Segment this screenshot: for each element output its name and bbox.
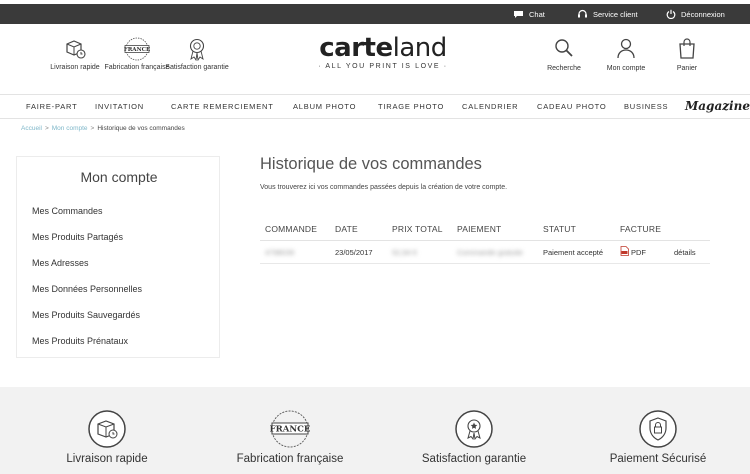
breadcrumb: Accueil > Mon compte > Historique de vos com…: [21, 125, 185, 132]
box-clock-icon: [40, 37, 110, 61]
invoice-pdf-label: PDF: [631, 248, 646, 257]
svg-text:FRANCE: FRANCE: [270, 425, 311, 435]
account-button[interactable]: Mon compte: [596, 37, 656, 72]
feature-fast-delivery[interactable]: Livraison rapide: [40, 37, 110, 72]
site-logo[interactable]: carteland · ALL YOU PRINT IS LOVE ·: [312, 34, 454, 70]
sidebar-item-donnees-personnelles[interactable]: Mes Données Personnelles: [32, 284, 142, 294]
sidebar-item-produits-partages[interactable]: Mes Produits Partagés: [32, 232, 123, 242]
order-details-link[interactable]: détails: [674, 241, 696, 264]
logout-label: Déconnexion: [681, 9, 725, 19]
chat-link[interactable]: Chat: [513, 4, 545, 24]
invoice-pdf-link[interactable]: PDF: [620, 241, 646, 264]
account-label: Mon compte: [606, 65, 646, 72]
order-total: 52,94 €: [392, 248, 418, 257]
nav-item-tirage-photo[interactable]: TIRAGE PHOTO: [378, 95, 444, 118]
nav-item-calendrier[interactable]: CALENDRIER: [462, 95, 518, 118]
top-bar: Chat Service client Déconnexion: [0, 4, 750, 24]
footer-feature-label: Fabrication française: [236, 453, 344, 465]
column-header-commande: COMMANDE: [265, 224, 318, 234]
chat-label: Chat: [529, 9, 545, 19]
table-row: 4798039 23/05/2017 52,94 € Commande grat…: [260, 241, 710, 264]
search-label: Recherche: [547, 65, 581, 72]
headset-icon: [577, 9, 588, 19]
nav-item-invitation[interactable]: INVITATION: [95, 95, 144, 118]
chat-bubble-icon: [513, 10, 524, 19]
footer-feature-label: Paiement Sécurisé: [609, 453, 707, 465]
cart-label: Panier: [676, 65, 698, 72]
sidebar-item-adresses[interactable]: Mes Adresses: [32, 258, 89, 268]
footer-feature-satisfaction[interactable]: Satisfaction garantie: [399, 409, 549, 465]
pdf-file-icon: [620, 242, 629, 265]
nav-item-cadeau-photo[interactable]: CADEAU PHOTO: [537, 95, 606, 118]
footer-feature-label: Satisfaction garantie: [421, 453, 527, 465]
footer-feature-made-in-france[interactable]: FRANCE Fabrication française: [215, 409, 365, 465]
secure-payment-shield-icon: [583, 409, 733, 449]
main-nav: FAIRE-PART INVITATION CARTE REMERCIEMENT…: [0, 94, 750, 119]
column-header-date: DATE: [335, 224, 358, 234]
column-header-prix-total: PRIX TOTAL: [392, 224, 443, 234]
footer-feature-secure-payment[interactable]: Paiement Sécurisé: [583, 409, 733, 465]
nav-item-business[interactable]: BUSINESS: [624, 95, 668, 118]
nav-item-album-photo[interactable]: ALBUM PHOTO: [293, 95, 356, 118]
award-ribbon-icon: [399, 409, 549, 449]
breadcrumb-home[interactable]: Accueil: [21, 125, 42, 132]
user-icon: [596, 37, 656, 59]
breadcrumb-separator: >: [44, 125, 49, 132]
feature-label: Satisfaction garantie: [165, 64, 229, 71]
breadcrumb-current: Historique de vos commandes: [97, 125, 185, 132]
logout-link[interactable]: Déconnexion: [666, 4, 725, 24]
footer-feature-fast-delivery[interactable]: Livraison rapide: [32, 409, 182, 465]
award-ribbon-icon: [162, 37, 232, 62]
sidebar-item-commandes[interactable]: Mes Commandes: [32, 206, 103, 216]
column-header-paiement: PAIEMENT: [457, 224, 502, 234]
shopping-bag-icon: [657, 37, 717, 59]
box-clock-icon: [32, 409, 182, 449]
sidebar-title: Mon compte: [80, 169, 158, 185]
svg-text:FRANCE: FRANCE: [124, 47, 150, 53]
feature-label: Fabrication française: [104, 64, 170, 71]
feature-satisfaction[interactable]: Satisfaction garantie: [162, 37, 232, 72]
column-header-facture: FACTURE: [620, 224, 662, 234]
reassurance-footer: Livraison rapide FRANCE Fabrication fran…: [0, 387, 750, 474]
account-sidebar: Mon compte Mes Commandes Mes Produits Pa…: [16, 156, 220, 358]
nav-item-faire-part[interactable]: FAIRE-PART: [26, 95, 77, 118]
feature-label: Livraison rapide: [50, 64, 100, 71]
page-intro: Vous trouverez ici vos commandes passées…: [260, 184, 508, 191]
breadcrumb-separator: >: [90, 125, 95, 132]
search-icon: [534, 37, 594, 59]
nav-item-carte-remerciement[interactable]: CARTE REMERCIEMENT: [171, 95, 274, 118]
search-button[interactable]: Recherche: [534, 37, 594, 72]
order-payment: Commande gratuite: [457, 248, 523, 257]
customer-service-link[interactable]: Service client: [577, 4, 638, 24]
footer-feature-label: Livraison rapide: [66, 453, 148, 465]
logo-tagline: · ALL YOU PRINT IS LOVE ·: [318, 63, 448, 70]
logo-wordmark: carteland: [319, 33, 447, 63]
order-status: Paiement accepté: [543, 248, 604, 257]
customer-service-label: Service client: [593, 9, 638, 19]
order-date: 23/05/2017: [335, 248, 373, 257]
france-seal-icon: FRANCE: [215, 409, 365, 449]
power-icon: [666, 9, 676, 19]
breadcrumb-account[interactable]: Mon compte: [52, 125, 88, 132]
page-title: Historique de vos commandes: [260, 155, 482, 173]
cart-button[interactable]: Panier: [657, 37, 717, 72]
column-header-statut: STATUT: [543, 224, 576, 234]
sidebar-item-produits-prenataux[interactable]: Mes Produits Prénataux: [32, 336, 128, 346]
nav-item-magazine[interactable]: Magazine: [685, 95, 750, 118]
order-number: 4798039: [265, 248, 295, 257]
sidebar-item-produits-sauvegardes[interactable]: Mes Produits Sauvegardés: [32, 310, 140, 320]
